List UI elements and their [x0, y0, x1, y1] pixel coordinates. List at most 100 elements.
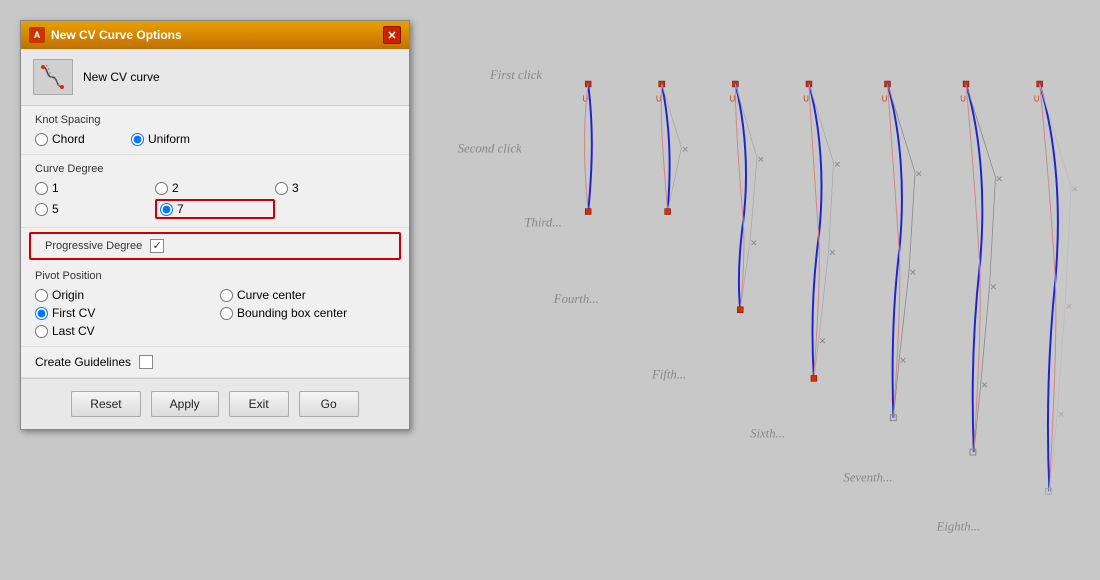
- curve-svg: [38, 63, 68, 91]
- knot-spacing-label: Knot Spacing: [35, 114, 395, 126]
- label-eighth: Eighth...: [936, 520, 981, 534]
- pivot-origin-radio[interactable]: [35, 289, 48, 302]
- svg-text:✕: ✕: [819, 336, 826, 346]
- degree-2-option[interactable]: 2: [155, 181, 275, 195]
- degree-7-option[interactable]: 7: [155, 199, 275, 219]
- curve-icon: [33, 59, 73, 95]
- pivot-options-grid: Origin Curve center First CV Bounding bo…: [35, 288, 395, 338]
- go-button[interactable]: Go: [299, 391, 359, 417]
- label-first-click: First click: [489, 68, 542, 82]
- label-sixth: Sixth...: [750, 426, 785, 440]
- degree-5-option[interactable]: 5: [35, 199, 155, 219]
- label-fifth: Fifth...: [651, 367, 686, 381]
- exit-button[interactable]: Exit: [229, 391, 289, 417]
- header-label: New CV curve: [83, 70, 160, 84]
- progressive-degree-label: Progressive Degree: [45, 240, 142, 252]
- pivot-bounding-box-option[interactable]: Bounding box center: [220, 306, 395, 320]
- diagram-area: First click Second click Third... Fourth…: [430, 20, 1080, 560]
- pivot-position-label: Pivot Position: [35, 270, 395, 282]
- apply-button[interactable]: Apply: [151, 391, 219, 417]
- degree-3-radio[interactable]: [275, 182, 288, 195]
- pivot-last-cv-option[interactable]: Last CV: [35, 324, 210, 338]
- degree-7-label: 7: [177, 202, 184, 216]
- dialog-content: New CV curve Knot Spacing Chord Uniform …: [21, 49, 409, 429]
- knot-chord-label: Chord: [52, 132, 85, 146]
- curve-group-4: U ✕ ✕ ✕: [803, 81, 841, 381]
- curve-group-2: U ✕: [656, 81, 689, 214]
- close-button[interactable]: ✕: [383, 26, 401, 44]
- svg-text:✕: ✕: [750, 238, 757, 248]
- svg-text:U: U: [582, 95, 588, 104]
- dialog-titlebar: A New CV Curve Options ✕: [21, 21, 409, 49]
- degree-1-radio[interactable]: [35, 182, 48, 195]
- pivot-last-cv-label: Last CV: [52, 324, 95, 338]
- degree-1-label: 1: [52, 181, 59, 195]
- create-guidelines-section: Create Guidelines: [21, 347, 409, 378]
- knot-spacing-section: Knot Spacing Chord Uniform: [21, 106, 409, 155]
- curve-group-3: U ✕ ✕: [730, 81, 765, 313]
- svg-text:✕: ✕: [915, 169, 922, 179]
- svg-text:U: U: [803, 95, 809, 104]
- dialog-header: New CV curve: [21, 49, 409, 106]
- degree-2-label: 2: [172, 181, 179, 195]
- pivot-first-cv-label: First CV: [52, 306, 95, 320]
- degree-7-radio[interactable]: [160, 203, 173, 216]
- curve-degree-section: Curve Degree 1 2 3 5: [21, 155, 409, 228]
- svg-text:✕: ✕: [1071, 184, 1078, 194]
- pivot-curve-center-radio[interactable]: [220, 289, 233, 302]
- pivot-bounding-box-label: Bounding box center: [237, 306, 347, 320]
- degree-5-label: 5: [52, 202, 59, 216]
- svg-text:U: U: [882, 95, 888, 104]
- matlab-icon: A: [29, 27, 45, 43]
- curve-diagram: First click Second click Third... Fourth…: [430, 30, 1080, 560]
- new-cv-curve-dialog: A New CV Curve Options ✕ New CV curve Kn…: [20, 20, 410, 430]
- svg-text:✕: ✕: [1057, 410, 1064, 420]
- knot-chord-option[interactable]: Chord: [35, 132, 125, 146]
- svg-text:✕: ✕: [1065, 302, 1072, 312]
- curve-group-7: U ✕ ✕ ✕: [1034, 81, 1079, 494]
- svg-text:U: U: [730, 95, 736, 104]
- degree-2-radio[interactable]: [155, 182, 168, 195]
- curve-group-5: U ✕ ✕ ✕: [882, 81, 923, 421]
- svg-text:✕: ✕: [757, 155, 764, 165]
- svg-text:✕: ✕: [990, 282, 997, 292]
- knot-uniform-radio[interactable]: [131, 133, 144, 146]
- svg-text:✕: ✕: [981, 380, 988, 390]
- pivot-origin-option[interactable]: Origin: [35, 288, 210, 302]
- pivot-curve-center-label: Curve center: [237, 288, 306, 302]
- pivot-origin-label: Origin: [52, 288, 84, 302]
- label-fourth: Fourth...: [553, 292, 599, 306]
- svg-text:✕: ✕: [681, 145, 688, 155]
- degree-3-label: 3: [292, 181, 299, 195]
- knot-uniform-label: Uniform: [148, 132, 190, 146]
- curve-degree-label: Curve Degree: [35, 163, 395, 175]
- svg-text:✕: ✕: [834, 159, 841, 169]
- degree-3-option[interactable]: 3: [275, 181, 395, 195]
- pivot-bounding-box-radio[interactable]: [220, 307, 233, 320]
- svg-text:✕: ✕: [995, 174, 1002, 184]
- dialog-title: New CV Curve Options: [51, 28, 182, 42]
- svg-text:U: U: [1034, 95, 1040, 104]
- create-guidelines-label: Create Guidelines: [35, 355, 131, 369]
- degree-1-option[interactable]: 1: [35, 181, 155, 195]
- degree-grid: 1 2 3 5 7: [35, 181, 395, 219]
- knot-uniform-option[interactable]: Uniform: [131, 132, 221, 146]
- progressive-degree-checkbox[interactable]: [150, 239, 164, 253]
- pivot-first-cv-radio[interactable]: [35, 307, 48, 320]
- svg-text:✕: ✕: [909, 267, 916, 277]
- pivot-last-cv-radio[interactable]: [35, 325, 48, 338]
- pivot-curve-center-option[interactable]: Curve center: [220, 288, 395, 302]
- knot-chord-radio[interactable]: [35, 133, 48, 146]
- reset-button[interactable]: Reset: [71, 391, 140, 417]
- svg-text:✕: ✕: [899, 356, 906, 366]
- titlebar-left: A New CV Curve Options: [29, 27, 182, 43]
- create-guidelines-checkbox[interactable]: [139, 355, 153, 369]
- pivot-position-section: Pivot Position Origin Curve center First…: [21, 264, 409, 347]
- label-second-click: Second click: [458, 142, 522, 156]
- button-row: Reset Apply Exit Go: [21, 378, 409, 429]
- knot-spacing-options: Chord Uniform: [35, 132, 395, 146]
- pivot-first-cv-option[interactable]: First CV: [35, 306, 210, 320]
- curve-group-6: U ✕ ✕ ✕: [960, 81, 1003, 455]
- progressive-degree-section: Progressive Degree: [29, 232, 401, 260]
- degree-5-radio[interactable]: [35, 203, 48, 216]
